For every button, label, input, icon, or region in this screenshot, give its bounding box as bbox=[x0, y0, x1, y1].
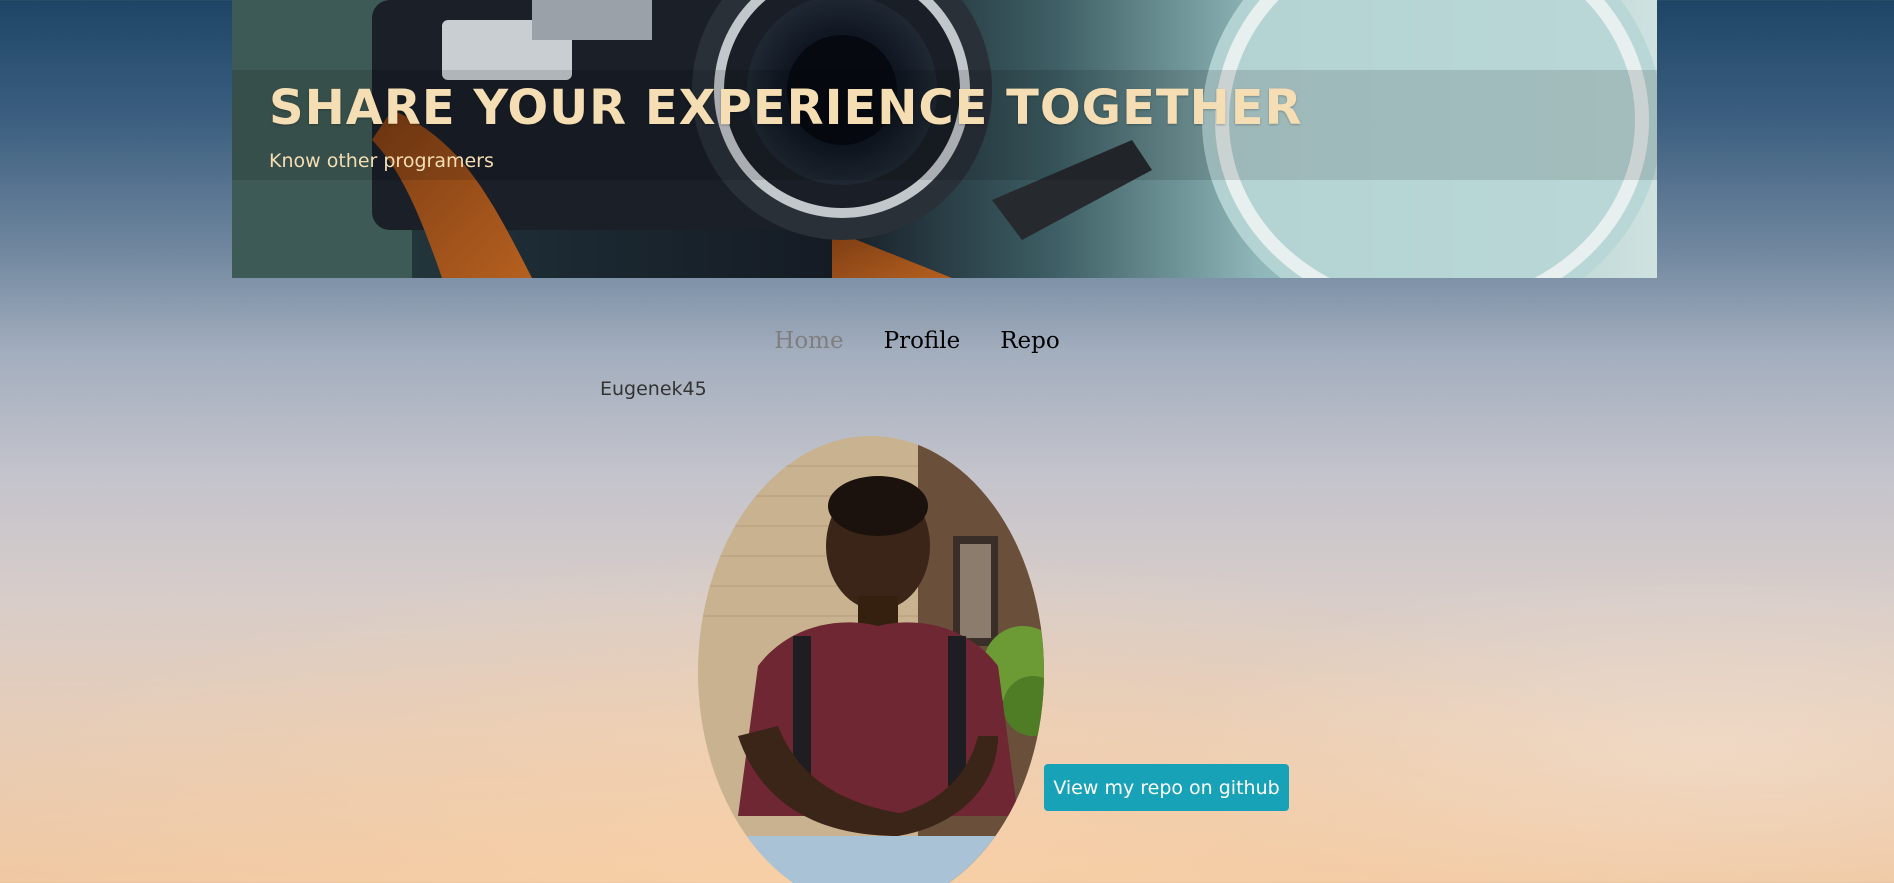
banner-text-block: SHARE YOUR EXPERIENCE TOGETHER Know othe… bbox=[269, 80, 1303, 172]
banner-title: SHARE YOUR EXPERIENCE TOGETHER bbox=[269, 80, 1303, 136]
avatar-photo bbox=[698, 436, 1044, 883]
hero-banner: SHARE YOUR EXPERIENCE TOGETHER Know othe… bbox=[232, 0, 1657, 278]
nav-item-repo[interactable]: Repo bbox=[980, 328, 1080, 354]
profile-avatar bbox=[698, 436, 1044, 883]
nav-item-home[interactable]: Home bbox=[754, 328, 863, 354]
view-github-repo-button[interactable]: View my repo on github bbox=[1044, 764, 1289, 811]
nav-item-profile[interactable]: Profile bbox=[864, 328, 981, 354]
banner-subtitle: Know other programers bbox=[269, 150, 494, 172]
profile-username: Eugenek45 bbox=[600, 378, 707, 400]
main-nav: Home Profile Repo bbox=[0, 328, 1894, 354]
